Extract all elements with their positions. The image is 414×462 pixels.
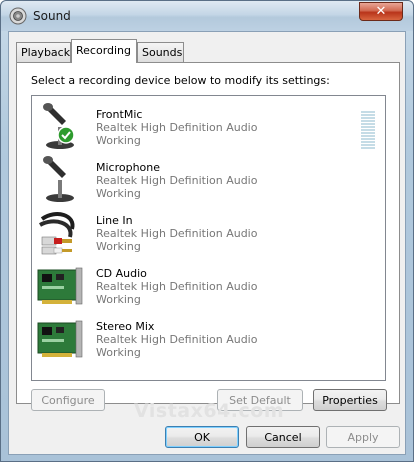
watermark-text: Vistax64.com <box>134 400 285 422</box>
speaker-icon <box>9 7 27 25</box>
properties-button[interactable]: Properties <box>313 389 387 411</box>
apply-button[interactable]: Apply <box>326 426 400 448</box>
device-description: Realtek High Definition Audio <box>96 121 258 134</box>
ok-button[interactable]: OK <box>165 426 239 448</box>
configure-button[interactable]: Configure <box>31 389 105 411</box>
device-description: Realtek High Definition Audio <box>96 174 258 187</box>
title-bar[interactable]: Sound ✕ <box>1 1 413 31</box>
sound-card-icon <box>37 267 83 305</box>
instruction-text: Select a recording device below to modif… <box>31 74 330 87</box>
tab-recording[interactable]: Recording <box>71 39 137 63</box>
device-status: Working <box>96 240 141 253</box>
window-title: Sound <box>33 9 71 23</box>
rca-cable-icon <box>39 212 75 255</box>
device-status: Working <box>96 293 141 306</box>
list-item[interactable]: Line In Realtek High Definition Audio Wo… <box>32 206 385 259</box>
device-description: Realtek High Definition Audio <box>96 280 258 293</box>
list-item[interactable]: Stereo Mix Realtek High Definition Audio… <box>32 312 385 365</box>
microphone-default-icon <box>43 103 75 149</box>
tab-playback[interactable]: Playback <box>16 42 71 62</box>
device-name: Stereo Mix <box>96 320 155 333</box>
list-item[interactable]: FrontMic Realtek High Definition Audio W… <box>32 100 385 153</box>
device-name: Microphone <box>96 161 161 174</box>
list-item[interactable]: CD Audio Realtek High Definition Audio W… <box>32 259 385 312</box>
device-name: FrontMic <box>96 108 143 121</box>
list-item[interactable]: Microphone Realtek High Definition Audio… <box>32 153 385 206</box>
device-status: Working <box>96 346 141 359</box>
device-status: Working <box>96 187 141 200</box>
device-description: Realtek High Definition Audio <box>96 227 258 240</box>
close-button[interactable]: ✕ <box>359 2 403 21</box>
level-meter <box>361 111 375 151</box>
cancel-button[interactable]: Cancel <box>246 426 320 448</box>
device-status: Working <box>96 134 141 147</box>
sound-card-icon <box>37 320 83 358</box>
device-list[interactable]: FrontMic Realtek High Definition Audio W… <box>31 95 386 381</box>
device-name: CD Audio <box>96 267 147 280</box>
sound-dialog: Sound ✕ Playback Recording Sounds Select… <box>0 0 414 462</box>
device-description: Realtek High Definition Audio <box>96 333 258 346</box>
device-name: Line In <box>96 214 133 227</box>
recording-panel: Select a recording device below to modif… <box>16 62 400 411</box>
dialog-client-area: Playback Recording Sounds Select a recor… <box>8 31 406 455</box>
tab-sounds[interactable]: Sounds <box>137 42 184 62</box>
microphone-icon <box>43 156 74 202</box>
